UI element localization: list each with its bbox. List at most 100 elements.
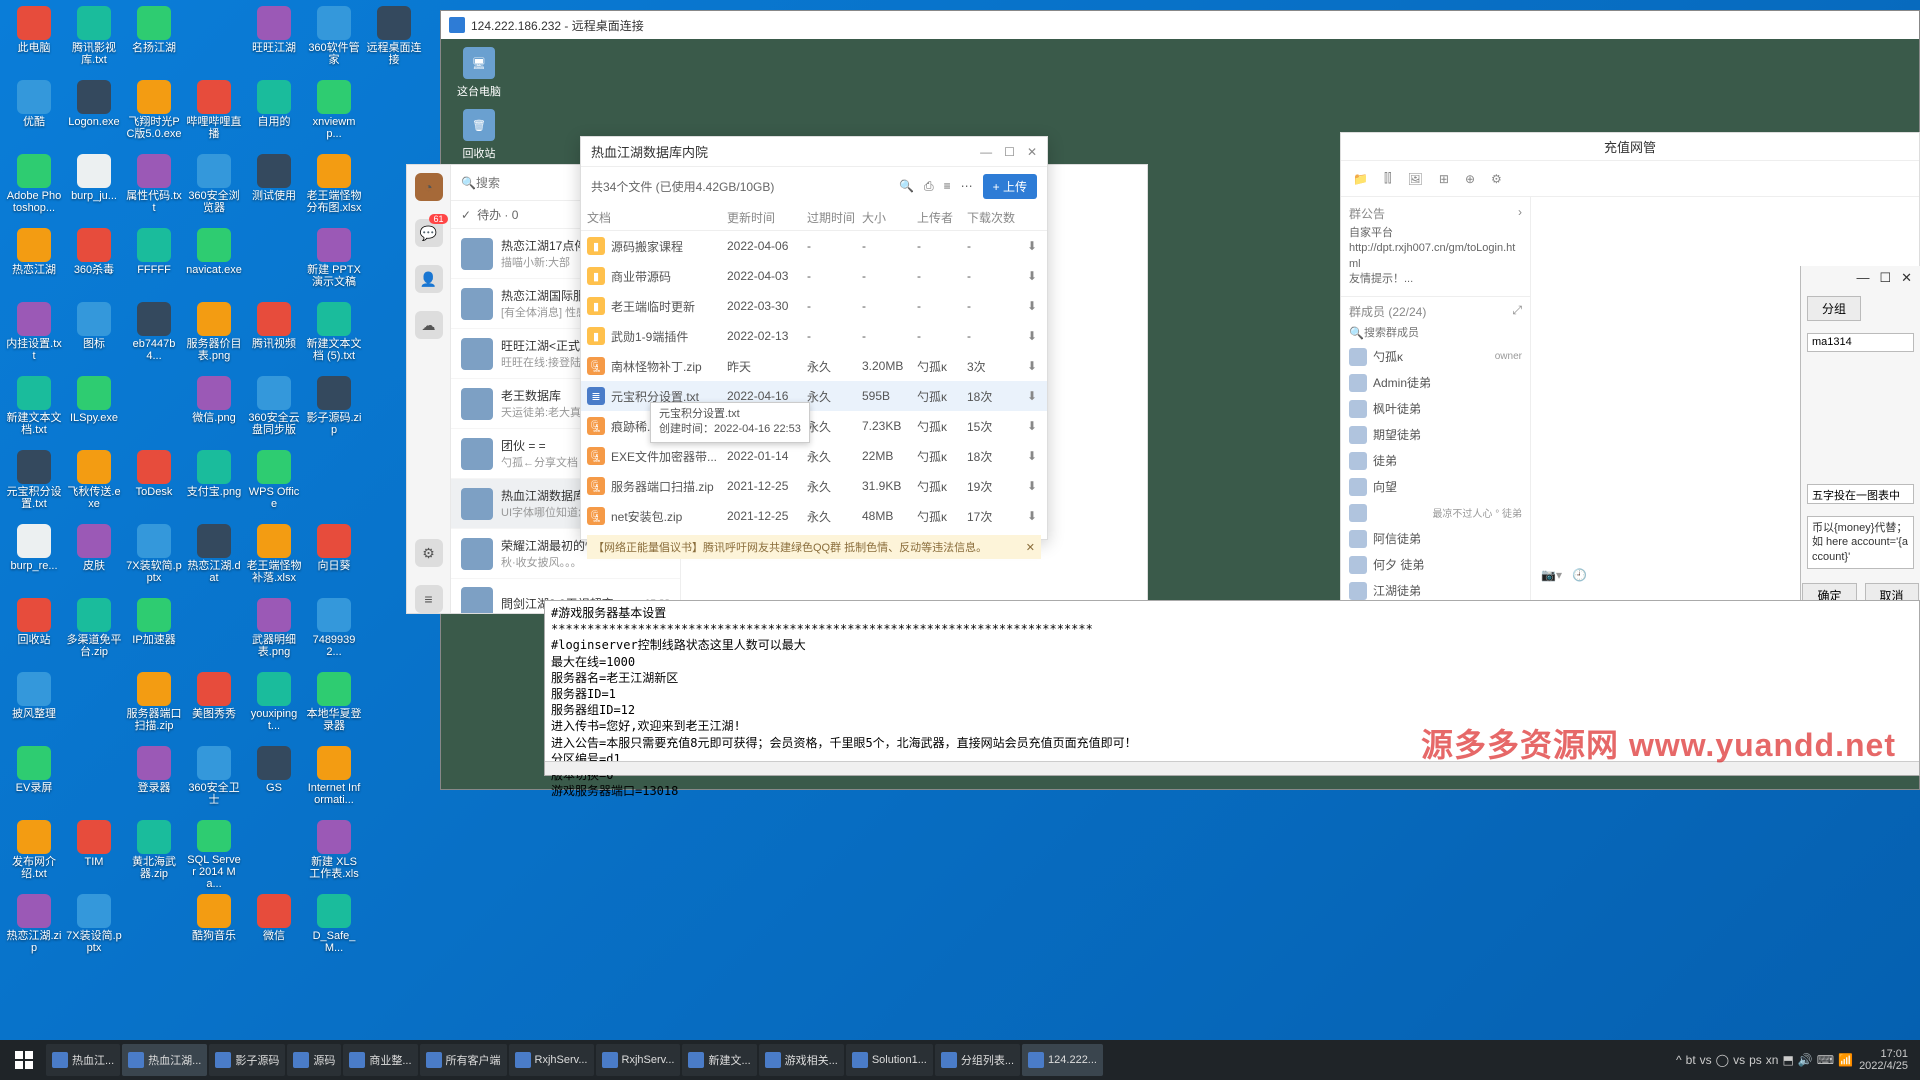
desktop-icon[interactable]: 服务器端口扫描.zip: [126, 672, 182, 742]
desktop-icon[interactable]: 新建 PPTX 演示文稿: [306, 228, 362, 298]
gear-icon[interactable]: ⚙: [1491, 172, 1502, 186]
download-icon[interactable]: ⬇: [1017, 269, 1047, 283]
camera-icon[interactable]: 📷▾: [1541, 568, 1562, 582]
taskbar-item[interactable]: 商业整...: [343, 1044, 417, 1076]
desktop-icon[interactable]: 老王端怪物补落.xlsx: [246, 524, 302, 594]
tray-icon[interactable]: 📶: [1838, 1053, 1853, 1067]
taskbar-item[interactable]: RxjhServ...: [596, 1044, 681, 1076]
desktop-icon[interactable]: 皮肤: [66, 524, 122, 594]
desktop-icon[interactable]: 向日葵: [306, 524, 362, 594]
desktop-icon[interactable]: FFFFF: [126, 228, 182, 298]
desktop-icon[interactable]: 飞翔时光PC版5.0.exe: [126, 80, 182, 150]
desktop-icon[interactable]: 7X装设简.pptx: [66, 894, 122, 964]
file-row[interactable]: ▮老王端临时更新 2022-03-30 - - - - ⬇: [581, 291, 1047, 321]
desktop-icon[interactable]: 7X装软简.pptx: [126, 524, 182, 594]
download-icon[interactable]: ⬇: [1017, 419, 1047, 433]
desktop-icon[interactable]: 服务器价目表.png: [186, 302, 242, 372]
desktop-icon[interactable]: 酷狗音乐: [186, 894, 242, 964]
taskbar-item[interactable]: 所有客户端: [420, 1044, 507, 1076]
group-tab-button[interactable]: 分组: [1807, 296, 1861, 321]
member-item[interactable]: 最凉不过人心 ° 徒弟: [1341, 500, 1530, 526]
folder-icon[interactable]: 📁: [1353, 172, 1368, 186]
tray-icon[interactable]: ◯: [1716, 1053, 1729, 1067]
tray-icon[interactable]: ⬒: [1782, 1053, 1793, 1067]
file-row[interactable]: 🗜南林怪物补丁.zip 昨天 永久 3.20MB 勺孤ᴋ 3次 ⬇: [581, 351, 1047, 381]
desktop-icon[interactable]: 360软件管家: [306, 6, 362, 76]
desktop-icon[interactable]: 哔哩哔哩直播: [186, 80, 242, 150]
desktop-icon[interactable]: 发布网介绍.txt: [6, 820, 62, 890]
desktop-icon[interactable]: ToDesk: [126, 450, 182, 520]
member-item[interactable]: 何夕 徒弟: [1341, 552, 1530, 578]
tray-icons[interactable]: ^btvs◯vspsxn⬒🔊⌨📶: [1676, 1053, 1853, 1067]
maximize-icon[interactable]: ☐: [1004, 145, 1015, 159]
upload-button[interactable]: + 上传: [983, 174, 1037, 199]
file-row[interactable]: ▮武勋1-9端插件 2022-02-13 - - - - ⬇: [581, 321, 1047, 351]
tray-icon[interactable]: bt: [1686, 1053, 1696, 1067]
start-button[interactable]: [4, 1040, 44, 1080]
desktop-icon[interactable]: 腾讯视频: [246, 302, 302, 372]
desktop-icon[interactable]: D_Safe_M...: [306, 894, 362, 964]
rdp-thispc[interactable]: 🖥 这台电脑: [449, 47, 509, 99]
member-search-input[interactable]: [1364, 327, 1522, 339]
tray-icon[interactable]: xn: [1766, 1053, 1779, 1067]
taskbar-item[interactable]: 分组列表...: [935, 1044, 1020, 1076]
sql-field2[interactable]: 五字投在一图表中: [1807, 484, 1914, 504]
taskbar-item[interactable]: RxjhServ...: [509, 1044, 594, 1076]
taskbar-item[interactable]: 影子源码: [209, 1044, 285, 1076]
desktop-icon[interactable]: 360安全浏览器: [186, 154, 242, 224]
desktop-icon[interactable]: 元宝积分设置.txt: [6, 450, 62, 520]
desktop-icon[interactable]: 武器明细表.png: [246, 598, 302, 668]
file-row[interactable]: 🗜服务器端口扫描.zip 2021-12-25 永久 31.9KB 勺孤ᴋ 19…: [581, 471, 1047, 501]
messages-icon[interactable]: 💬: [415, 219, 443, 247]
image-icon[interactable]: 🖼: [1408, 172, 1423, 186]
member-item[interactable]: 枫叶徒弟: [1341, 396, 1530, 422]
taskbar-item[interactable]: 124.222...: [1022, 1044, 1103, 1076]
desktop-icon[interactable]: 热恋江湖.zip: [6, 894, 62, 964]
desktop-icon[interactable]: 测试使用: [246, 154, 302, 224]
desktop-icon[interactable]: 热恋江湖: [6, 228, 62, 298]
contacts-icon[interactable]: 👤: [415, 265, 443, 293]
desktop-icon[interactable]: IP加速器: [126, 598, 182, 668]
history-icon[interactable]: 🕘: [1572, 568, 1587, 582]
desktop-icon[interactable]: 微信: [246, 894, 302, 964]
add-icon[interactable]: ⊕: [1465, 172, 1475, 186]
desktop-icon[interactable]: 登录器: [126, 746, 182, 816]
desktop-icon[interactable]: xnviewmp...: [306, 80, 362, 150]
desktop-icon[interactable]: 360安全卫士: [186, 746, 242, 816]
desktop-icon[interactable]: 此电脑: [6, 6, 62, 76]
banner-close-icon[interactable]: ✕: [1026, 541, 1035, 554]
list-view-icon[interactable]: ≡: [944, 179, 951, 193]
desktop-icon[interactable]: youxipingt...: [246, 672, 302, 742]
desktop-icon[interactable]: SQL Server 2014 Ma...: [186, 820, 242, 890]
panel-icon[interactable]: ⫿⫿: [1384, 171, 1392, 186]
file-row[interactable]: 🗜net安装包.zip 2021-12-25 永久 48MB 勺孤ᴋ 17次 ⬇: [581, 501, 1047, 531]
desktop-icon[interactable]: navicat.exe: [186, 228, 242, 298]
desktop-icon[interactable]: Adobe Photoshop...: [6, 154, 62, 224]
desktop-icon[interactable]: 黄北海武器.zip: [126, 820, 182, 890]
avatar-icon[interactable]: ◔: [415, 173, 443, 201]
desktop-icon[interactable]: 名扬江湖: [126, 6, 182, 76]
desktop-icon[interactable]: Logon.exe: [66, 80, 122, 150]
close-icon[interactable]: ✕: [1027, 145, 1037, 159]
desktop-icon[interactable]: 美图秀秀: [186, 672, 242, 742]
search-icon[interactable]: 🔍: [899, 179, 914, 193]
desktop-icon[interactable]: 属性代码.txt: [126, 154, 182, 224]
desktop-icon[interactable]: 回收站: [6, 598, 62, 668]
desktop-icon[interactable]: 支付宝.png: [186, 450, 242, 520]
dlg-min-icon[interactable]: —: [1856, 270, 1869, 286]
desktop-icon[interactable]: 腾讯影视库.txt: [66, 6, 122, 76]
member-item[interactable]: 期望徒弟: [1341, 422, 1530, 448]
download-icon[interactable]: ⬇: [1017, 479, 1047, 493]
download-icon[interactable]: ⬇: [1017, 239, 1047, 253]
clock[interactable]: 17:01 2022/4/25: [1859, 1048, 1908, 1072]
desktop-icon[interactable]: 披风整理: [6, 672, 62, 742]
tray-icon[interactable]: vs: [1733, 1053, 1745, 1067]
desktop-icon[interactable]: ILSpy.exe: [66, 376, 122, 446]
desktop-icon[interactable]: 图标: [66, 302, 122, 372]
desktop-icon[interactable]: GS: [246, 746, 302, 816]
desktop-icon[interactable]: 74899392...: [306, 598, 362, 668]
tray-icon[interactable]: 🔊: [1798, 1053, 1813, 1067]
dlg-close-icon[interactable]: ✕: [1901, 270, 1912, 286]
desktop-icon[interactable]: EV录屏: [6, 746, 62, 816]
member-item[interactable]: 徒弟: [1341, 448, 1530, 474]
